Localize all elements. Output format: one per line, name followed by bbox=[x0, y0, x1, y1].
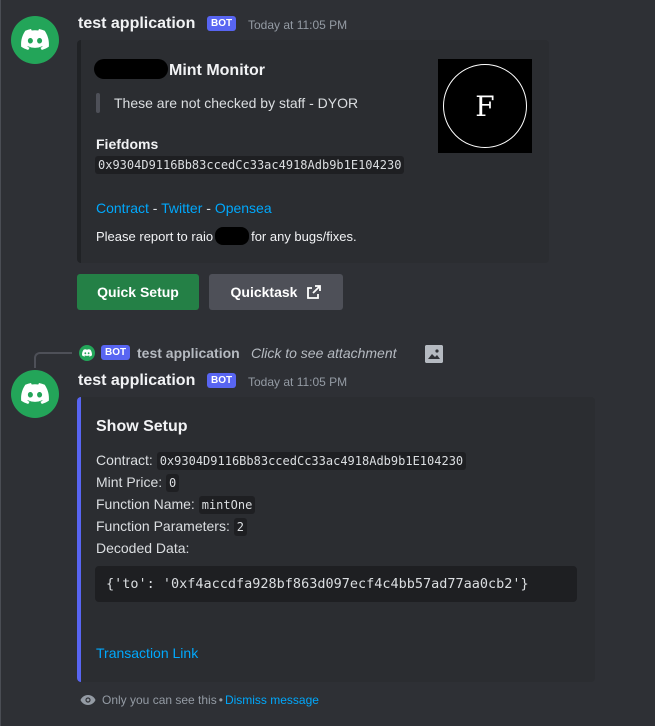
bot-tag: BOT bbox=[207, 373, 237, 388]
dismiss-message-link[interactable]: Dismiss message bbox=[225, 693, 319, 707]
quick-setup-button[interactable]: Quick Setup bbox=[77, 274, 199, 310]
discord-logo-icon bbox=[21, 29, 49, 50]
mint-price-code: 0 bbox=[166, 474, 180, 492]
reply-bot-tag: BOT bbox=[101, 345, 131, 360]
embed-footer: Please report to raio for any bugs/fixes. bbox=[96, 227, 357, 246]
thumbnail-logo: F bbox=[443, 64, 527, 148]
ephemeral-notice: Only you can see this • Dismiss message bbox=[80, 693, 319, 707]
function-name-row: Function Name: mintOne bbox=[96, 496, 256, 514]
embed-title: Show Setup bbox=[96, 418, 188, 435]
timestamp: Today at 11:05 PM bbox=[248, 18, 348, 32]
username[interactable]: test application bbox=[78, 372, 195, 390]
function-name-code: mintOne bbox=[198, 496, 256, 514]
reply-attachment-hint[interactable]: Click to see attachment bbox=[251, 345, 397, 361]
contract-link[interactable]: Contract bbox=[96, 200, 149, 216]
quote-bar bbox=[96, 93, 100, 113]
embed-title: Mint Monitor bbox=[169, 62, 265, 79]
external-link-icon bbox=[307, 285, 322, 299]
opensea-link[interactable]: Opensea bbox=[215, 200, 272, 216]
embed-thumbnail[interactable]: F bbox=[438, 59, 532, 153]
twitter-link[interactable]: Twitter bbox=[161, 200, 202, 216]
function-params-code: 2 bbox=[233, 518, 247, 536]
username[interactable]: test application bbox=[78, 15, 195, 33]
embed-links: Contract - Twitter - Opensea bbox=[96, 200, 272, 216]
discord-logo-icon bbox=[82, 349, 92, 357]
decoded-label: Decoded Data: bbox=[96, 540, 190, 556]
bot-avatar[interactable] bbox=[11, 370, 59, 418]
redacted-name bbox=[94, 59, 168, 79]
contract-row: Contract: 0x9304D9116Bb83ccedCc33ac4918A… bbox=[96, 452, 467, 470]
field-name: Fiefdoms bbox=[96, 136, 159, 152]
contract-code: 0x9304D9116Bb83ccedCc33ac4918Adb9b1E1042… bbox=[156, 452, 467, 470]
redacted-username bbox=[215, 227, 250, 246]
reply-connector bbox=[34, 352, 72, 368]
transaction-link[interactable]: Transaction Link bbox=[96, 645, 198, 661]
quicktask-button[interactable]: Quicktask bbox=[209, 274, 343, 310]
reply-username[interactable]: test application bbox=[137, 345, 240, 361]
eye-icon bbox=[80, 695, 96, 705]
timestamp: Today at 11:05 PM bbox=[248, 375, 348, 389]
image-icon bbox=[425, 345, 443, 363]
bot-avatar[interactable] bbox=[11, 16, 59, 64]
discord-logo-icon bbox=[21, 383, 49, 404]
embed-quote: These are not checked by staff - DYOR bbox=[114, 95, 359, 111]
decoded-code-block: {'to': '0xf4accdfa928bf863d097ecf4c4bb57… bbox=[95, 566, 577, 602]
function-params-row: Function Parameters: 2 bbox=[96, 518, 247, 536]
reply-avatar[interactable] bbox=[79, 345, 95, 361]
field-value-code: 0x9304D9116Bb83ccedCc33ac4918Adb9b1E1042… bbox=[95, 156, 405, 174]
bot-tag: BOT bbox=[207, 16, 237, 31]
mint-price-row: Mint Price: 0 bbox=[96, 474, 180, 492]
